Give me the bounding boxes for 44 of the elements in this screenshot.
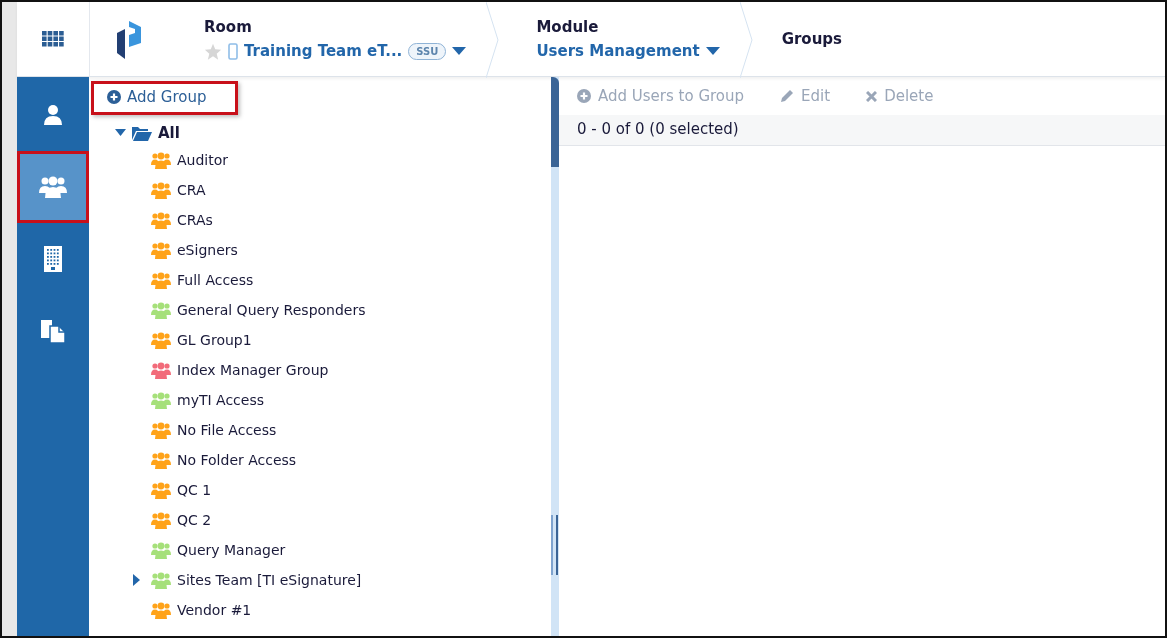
tree-item[interactable]: myTI Access	[177, 392, 264, 408]
phone-icon	[228, 42, 238, 60]
tree-item[interactable]: QC 2	[177, 512, 212, 528]
sidebar-item[interactable]	[17, 151, 89, 223]
tree-item[interactable]: All	[158, 124, 180, 142]
apps-grid-icon[interactable]	[42, 31, 64, 47]
folder-icon	[132, 125, 152, 141]
tree-item[interactable]: General Query Responders	[177, 302, 366, 318]
record-count: 0 - 0 of 0 (0 selected)	[577, 120, 739, 138]
building-icon	[44, 246, 62, 272]
users-icon	[39, 175, 67, 199]
add-group-button[interactable]: Add Group	[91, 81, 239, 115]
tree-item[interactable]: No File Access	[177, 422, 277, 438]
splitter-handle[interactable]	[551, 515, 558, 575]
star-icon[interactable]	[204, 42, 222, 60]
tree-item[interactable]: Sites Team [TI eSignature]	[177, 572, 362, 588]
tree-item[interactable]: CRAs	[177, 212, 213, 228]
caret-icon[interactable]	[115, 129, 126, 137]
tree-item[interactable]: Vendor #1	[177, 602, 252, 618]
plus-circle-icon	[577, 89, 591, 103]
breadcrumb-dropdown[interactable]: Users Management	[536, 42, 700, 60]
tree-item[interactable]: GL Group1	[177, 332, 252, 348]
caret-icon[interactable]	[452, 47, 467, 55]
close-icon	[866, 90, 878, 102]
breadcrumb-dropdown[interactable]: Training Team eT...	[244, 42, 403, 60]
caret-icon[interactable]	[705, 47, 720, 55]
tree-item[interactable]: CRA	[177, 182, 206, 198]
room-badge: SSU	[408, 42, 447, 60]
documents-icon	[40, 318, 66, 344]
breadcrumb-label: Module	[536, 18, 600, 36]
tree-item[interactable]: Index Manager Group	[177, 362, 329, 378]
user-icon	[43, 104, 63, 126]
logo-icon[interactable]	[115, 19, 143, 59]
plus-circle-icon	[107, 90, 121, 104]
tree-item[interactable]: No Folder Access	[177, 452, 297, 468]
pencil-icon	[780, 89, 795, 103]
tree-item[interactable]: Auditor	[177, 152, 229, 168]
page-title: Groups	[781, 30, 842, 48]
breadcrumb-label: Room	[204, 18, 253, 36]
expand-arrow-icon[interactable]	[133, 574, 140, 586]
tree-item[interactable]: Query Manager	[177, 542, 286, 558]
tree-item[interactable]: Full Access	[177, 272, 254, 288]
tree-item[interactable]: QC 1	[177, 482, 212, 498]
tree-item[interactable]: eSigners	[177, 242, 238, 258]
